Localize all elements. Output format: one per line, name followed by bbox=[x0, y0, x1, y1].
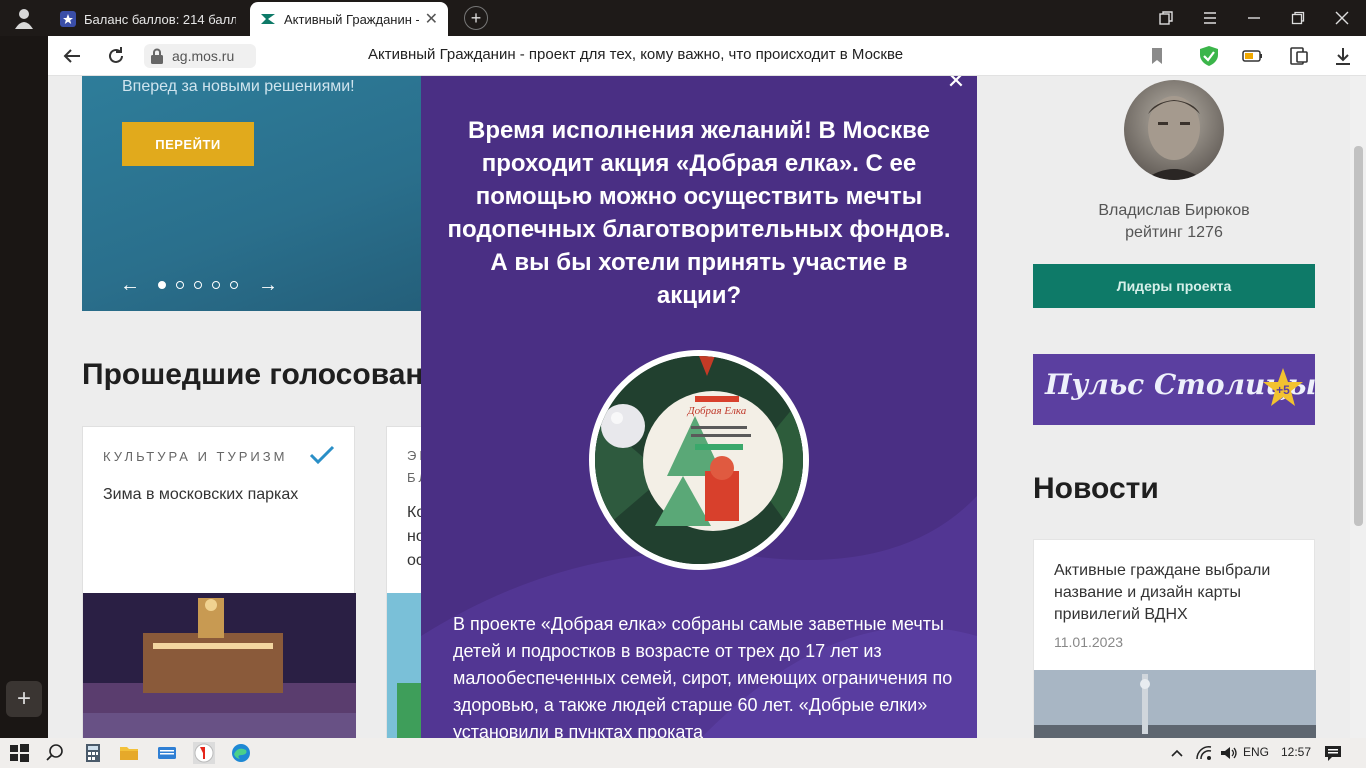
profile-icon[interactable] bbox=[10, 7, 38, 29]
poll-modal: ✕ Время исполнения желаний! В Москве про… bbox=[421, 76, 977, 738]
tab-manager-icon[interactable] bbox=[1144, 0, 1188, 36]
battery-icon[interactable] bbox=[1242, 45, 1264, 67]
page-title: Активный Гражданин - проект для тех, ком… bbox=[368, 46, 904, 63]
star-badge-icon: +5 bbox=[1263, 368, 1303, 406]
notifications-icon[interactable] bbox=[1322, 742, 1344, 764]
extensions-icon[interactable] bbox=[1288, 45, 1310, 67]
tab-title: Баланс баллов: 214 балл bbox=[84, 11, 236, 27]
checkmark-icon bbox=[309, 445, 335, 465]
new-tab-button[interactable]: + bbox=[464, 6, 488, 30]
close-window-icon[interactable] bbox=[1320, 0, 1364, 36]
page-scrollbar[interactable] bbox=[1350, 76, 1366, 738]
page-content: Вперед за новыми решениями! ПЕРЕЙТИ ← → … bbox=[48, 76, 1366, 738]
back-arrow-icon[interactable] bbox=[60, 44, 84, 68]
news-date: 11.01.2023 bbox=[1054, 634, 1124, 650]
protect-shield-icon[interactable] bbox=[1198, 45, 1220, 67]
bookmark-icon[interactable] bbox=[1146, 45, 1168, 67]
user-name: Владислав Бирюков bbox=[1098, 202, 1250, 219]
news-headline: Активные граждане выбрали название и диз… bbox=[1054, 562, 1271, 623]
modal-question: Время исполнения желаний! В Москве прохо… bbox=[447, 117, 951, 309]
pulse-badge: +5 bbox=[1276, 383, 1290, 397]
tray-chevron-up-icon[interactable] bbox=[1166, 742, 1188, 764]
pulse-banner[interactable]: Пульс Столицы +5 bbox=[1033, 354, 1315, 425]
calculator-icon[interactable] bbox=[82, 742, 104, 764]
news-image bbox=[1034, 670, 1316, 738]
url-text: ag.mos.ru bbox=[172, 48, 235, 64]
edge-icon[interactable] bbox=[230, 742, 252, 764]
download-icon[interactable] bbox=[1332, 45, 1354, 67]
lock-icon bbox=[151, 48, 163, 64]
promo-banner: Вперед за новыми решениями! ПЕРЕЙТИ ← → bbox=[82, 76, 422, 311]
clock[interactable]: 12:57 bbox=[1281, 745, 1311, 759]
url-field[interactable]: ag.mos.ru bbox=[144, 44, 256, 68]
sidebar-add-button[interactable]: + bbox=[6, 681, 42, 717]
carousel-dots bbox=[158, 281, 238, 289]
file-explorer-icon[interactable] bbox=[118, 742, 140, 764]
wifi-icon[interactable] bbox=[1194, 742, 1216, 764]
carousel-dot[interactable] bbox=[158, 281, 166, 289]
carousel-dot[interactable] bbox=[176, 281, 184, 289]
keyboard-icon[interactable] bbox=[156, 742, 178, 764]
modal-body-text: В проекте «Добрая елка» собраны самые за… bbox=[453, 614, 953, 738]
address-bar: ag.mos.ru Активный Гражданин - проект дл… bbox=[48, 36, 1366, 76]
minimize-icon[interactable] bbox=[1232, 0, 1276, 36]
carousel-dot[interactable] bbox=[212, 281, 220, 289]
taskbar: ENG 12:57 bbox=[0, 738, 1366, 768]
carousel-dot[interactable] bbox=[194, 281, 202, 289]
browser-tabbar: Баланс баллов: 214 балл Активный Граждан… bbox=[0, 0, 1366, 36]
reload-icon[interactable] bbox=[104, 44, 128, 68]
news-title: Новости bbox=[1033, 472, 1159, 505]
tab-balance[interactable]: Баланс баллов: 214 балл bbox=[50, 2, 246, 36]
menu-icon[interactable] bbox=[1188, 0, 1232, 36]
ag-favicon-icon bbox=[261, 14, 275, 24]
banner-go-button[interactable]: ПЕРЕЙТИ bbox=[122, 122, 254, 166]
vote-title: Зима в московских парках bbox=[103, 486, 299, 503]
banner-text: Вперед за новыми решениями! bbox=[122, 78, 355, 95]
star-favicon-icon bbox=[60, 11, 76, 27]
carousel-prev-icon[interactable]: ← bbox=[120, 274, 140, 297]
language-indicator[interactable]: ENG bbox=[1243, 745, 1269, 759]
windows-start-icon[interactable] bbox=[8, 742, 30, 764]
carousel-dot[interactable] bbox=[230, 281, 238, 289]
vote-category: КУЛЬТУРА И ТУРИЗМ bbox=[103, 449, 288, 464]
carousel-next-icon[interactable]: → bbox=[258, 274, 278, 297]
avatar[interactable] bbox=[1124, 80, 1224, 180]
search-icon[interactable] bbox=[44, 742, 66, 764]
news-card[interactable]: Активные граждане выбрали название и диз… bbox=[1033, 539, 1316, 738]
good-tree-photo: Добрая Елка bbox=[589, 350, 809, 570]
restore-icon[interactable] bbox=[1276, 0, 1320, 36]
photo-caption: Добрая Елка bbox=[687, 405, 747, 417]
yandex-browser-icon[interactable] bbox=[193, 742, 215, 764]
past-votes-title: Прошедшие голосован bbox=[82, 358, 424, 391]
vote-card[interactable]: КУЛЬТУРА И ТУРИЗМ Зима в московских парк… bbox=[82, 426, 356, 738]
volume-icon[interactable] bbox=[1218, 742, 1240, 764]
project-leaders-button[interactable]: Лидеры проекта bbox=[1033, 264, 1315, 308]
tab-active-citizen[interactable]: Активный Гражданин - пр ✕ bbox=[250, 2, 448, 36]
vdnh-night-image bbox=[83, 593, 356, 738]
tab-title: Активный Гражданин - пр bbox=[284, 11, 419, 27]
user-rating: рейтинг 1276 bbox=[1125, 224, 1223, 241]
tab-close-icon[interactable]: ✕ bbox=[425, 9, 438, 29]
scrollbar-thumb[interactable] bbox=[1354, 146, 1363, 526]
modal-close-icon[interactable]: ✕ bbox=[945, 76, 967, 92]
